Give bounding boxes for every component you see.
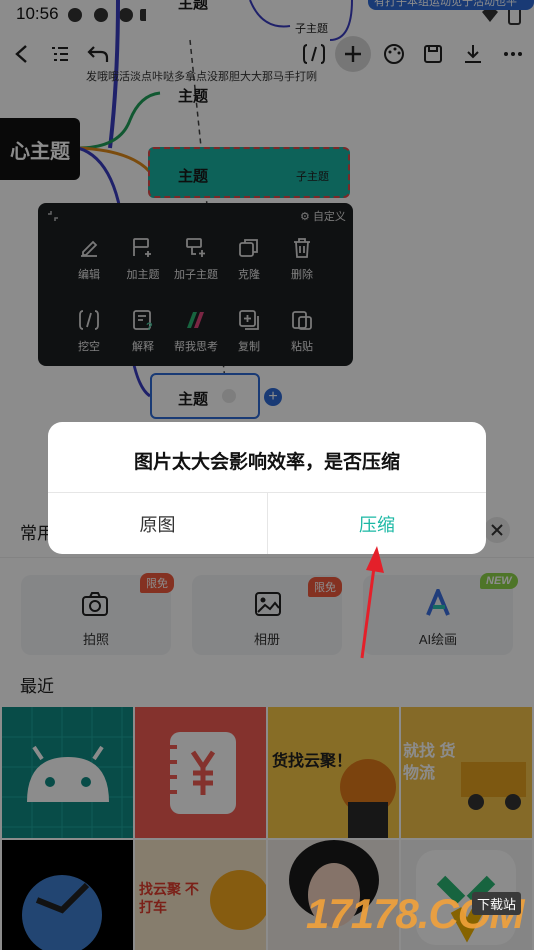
original-image-button[interactable]: 原图	[48, 493, 267, 554]
annotation-arrow	[360, 546, 384, 659]
dialog-title: 图片太大会影响效率，是否压缩	[133, 452, 400, 473]
watermark-badge: 下载站	[472, 892, 522, 915]
watermark: 17178.COM 下载站	[300, 890, 534, 950]
compress-dialog: 图片太大会影响效率，是否压缩 原图 压缩	[48, 422, 486, 554]
